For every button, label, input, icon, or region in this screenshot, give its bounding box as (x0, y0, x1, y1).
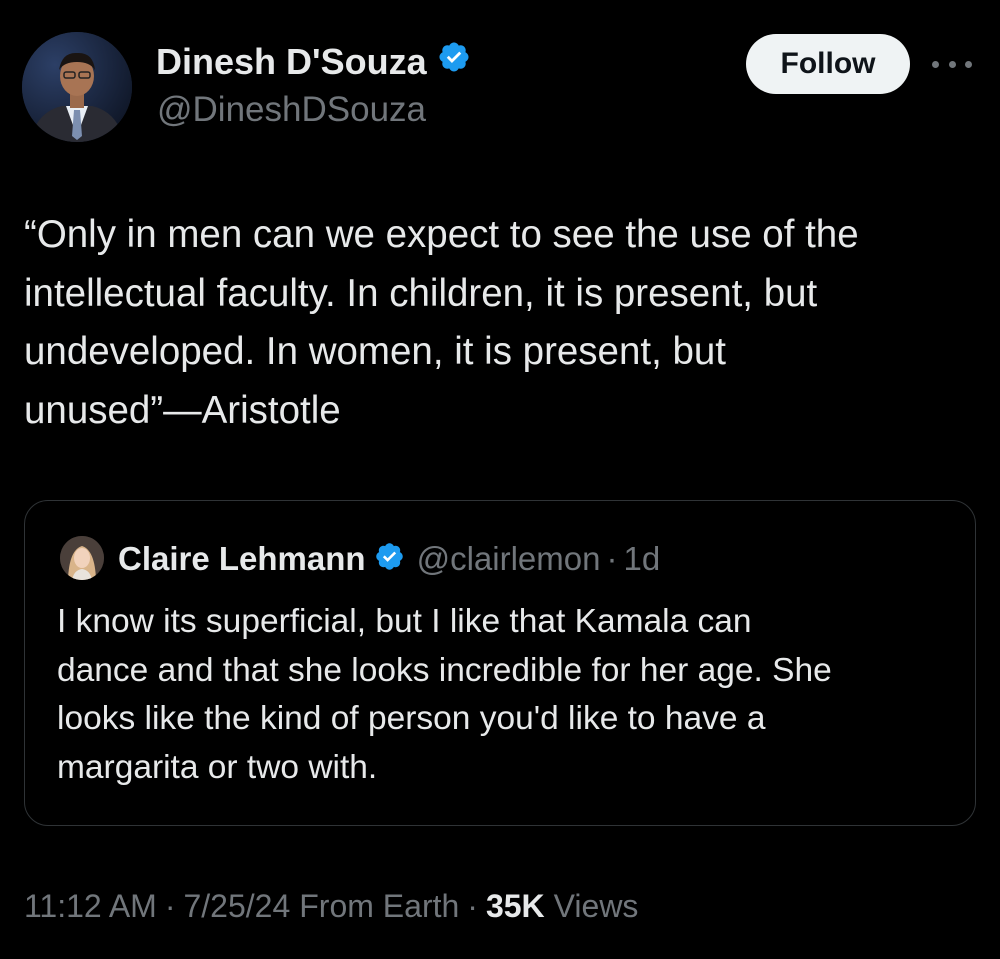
tweet-meta: 11:12 AM · 7/25/24 From Earth · 35K View… (24, 888, 638, 925)
quoted-author-avatar[interactable] (60, 536, 104, 580)
tweet-time[interactable]: 11:12 AM (24, 888, 157, 925)
verified-badge-icon (374, 541, 405, 577)
views-count[interactable]: 35K (486, 888, 545, 925)
more-horizontal-icon[interactable] (932, 52, 972, 76)
follow-button[interactable]: Follow (746, 34, 910, 94)
author-display-name[interactable]: Dinesh D'Souza (156, 41, 427, 83)
quoted-author-handle[interactable]: @clairlemon (417, 540, 601, 578)
views-label[interactable]: Views (554, 888, 639, 925)
author-name-row[interactable]: Dinesh D'Souza (156, 40, 471, 83)
author-avatar[interactable] (22, 32, 132, 142)
separator-dot: · (606, 540, 618, 577)
quoted-author-avatar-image (60, 536, 104, 580)
quoted-author-name[interactable]: Claire Lehmann (118, 540, 366, 578)
tweet-text: “Only in men can we expect to see the us… (24, 213, 859, 432)
separator-dot: · (164, 888, 176, 924)
author-handle[interactable]: @DineshDSouza (157, 90, 426, 130)
verified-badge-icon (437, 40, 471, 83)
quoted-tweet-time[interactable]: 1d (623, 540, 660, 578)
quoted-tweet-text: I know its superficial, but I like that … (57, 603, 832, 786)
tweet-date[interactable]: 7/25/24 (183, 888, 290, 925)
tweet-location: From Earth (299, 888, 460, 924)
separator-dot: · (467, 888, 478, 924)
quoted-tweet-header: Claire Lehmann @clairlemon · 1d (118, 536, 660, 582)
author-avatar-image (22, 32, 132, 142)
